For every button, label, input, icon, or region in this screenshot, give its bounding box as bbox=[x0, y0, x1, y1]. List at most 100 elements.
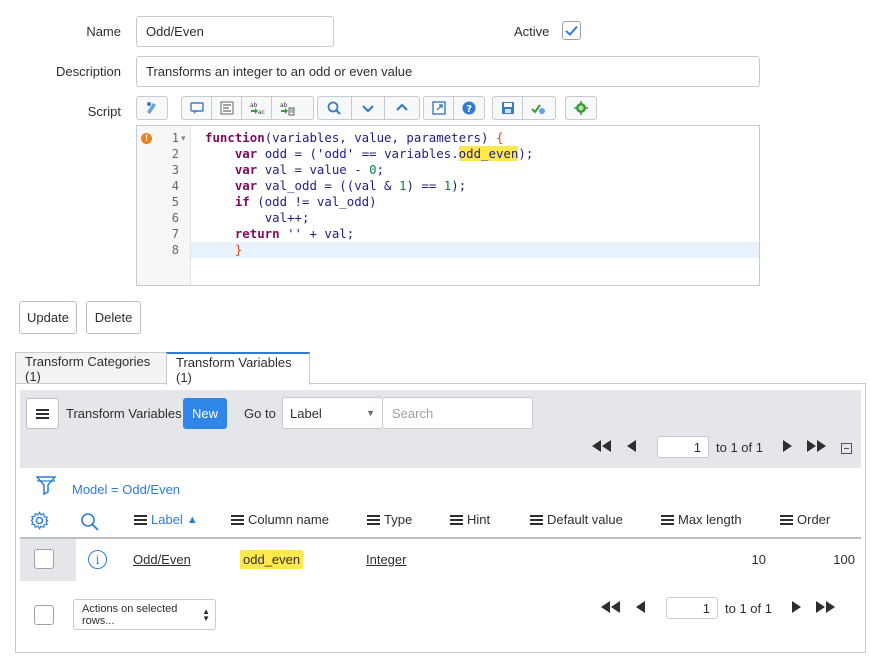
code-line[interactable]: if (odd != val_odd) bbox=[191, 194, 759, 210]
column-label-text[interactable]: Order bbox=[797, 512, 830, 527]
column-label-text[interactable]: Column name bbox=[248, 512, 329, 527]
syntax-check-icon[interactable] bbox=[523, 97, 553, 119]
previous-page-icon[interactable] bbox=[624, 437, 638, 455]
code-line[interactable]: var odd = ('odd' == variables.odd_even); bbox=[191, 146, 759, 162]
column-header-order[interactable]: Order bbox=[780, 512, 830, 527]
new-button[interactable]: New bbox=[183, 398, 227, 429]
breadcrumb[interactable]: Model = Odd/Even bbox=[72, 482, 180, 497]
search-columns-icon[interactable] bbox=[80, 512, 100, 535]
info-icon[interactable]: i bbox=[88, 550, 107, 569]
code-line[interactable]: var val = value - 0; bbox=[191, 162, 759, 178]
column-menu-icon[interactable] bbox=[134, 514, 147, 525]
column-label-text[interactable]: Label bbox=[151, 512, 183, 527]
select-all-checkbox[interactable] bbox=[34, 605, 54, 625]
code-token: odd = ( bbox=[257, 146, 317, 161]
code-line[interactable]: val++; bbox=[191, 210, 759, 226]
column-label-text[interactable]: Default value bbox=[547, 512, 623, 527]
next-page-icon[interactable] bbox=[780, 437, 794, 455]
tab-transform-variables[interactable]: Transform Variables (1) bbox=[166, 352, 310, 385]
format-icon[interactable] bbox=[212, 97, 242, 119]
code-token: function bbox=[205, 130, 265, 145]
code-token: (odd != val_odd) bbox=[249, 194, 377, 209]
collapse-icon[interactable] bbox=[352, 97, 386, 119]
description-field[interactable]: Transforms an integer to an odd or even … bbox=[136, 56, 760, 87]
code-token: 'odd' bbox=[316, 146, 355, 161]
page-number-input[interactable]: 1 bbox=[657, 436, 709, 458]
svg-text:?: ? bbox=[466, 104, 472, 115]
code-line[interactable]: } bbox=[191, 242, 759, 258]
actions-select[interactable]: Actions on selected rows... ▲ ▼ bbox=[73, 599, 216, 630]
line-number: 7 bbox=[171, 227, 179, 241]
expand-icon[interactable] bbox=[385, 97, 419, 119]
script-assist-icon[interactable] bbox=[137, 97, 167, 119]
replace-all-icon[interactable]: ab bbox=[272, 97, 302, 119]
code-area[interactable]: function(variables, value, parameters) {… bbox=[191, 126, 759, 285]
goto-select[interactable]: Label ▼ bbox=[282, 397, 383, 429]
column-header-column-name[interactable]: Column name bbox=[231, 512, 329, 527]
goto-label: Go to bbox=[244, 406, 276, 421]
replace-icon[interactable]: ab ac bbox=[242, 97, 272, 119]
filter-icon[interactable] bbox=[35, 475, 57, 498]
fold-marker-icon[interactable]: ▾ bbox=[181, 130, 186, 146]
code-line[interactable]: function(variables, value, parameters) { bbox=[191, 130, 759, 146]
row-label-link[interactable]: Odd/Even bbox=[133, 552, 191, 567]
code-token: '' bbox=[287, 226, 302, 241]
column-menu-icon[interactable] bbox=[367, 514, 380, 525]
code-token: + val; bbox=[302, 226, 355, 241]
column-menu-icon[interactable] bbox=[661, 514, 674, 525]
comment-icon[interactable] bbox=[182, 97, 212, 119]
search-input[interactable]: Search bbox=[383, 397, 533, 429]
name-field[interactable]: Odd/Even bbox=[136, 16, 334, 47]
first-page-icon[interactable] bbox=[588, 437, 614, 455]
column-label-text[interactable]: Max length bbox=[678, 512, 742, 527]
column-header-max-length[interactable]: Max length bbox=[661, 512, 742, 527]
svg-text:ab: ab bbox=[280, 102, 288, 109]
first-page-icon[interactable] bbox=[597, 598, 623, 616]
column-menu-icon[interactable] bbox=[780, 514, 793, 525]
column-header-type[interactable]: Type bbox=[367, 512, 412, 527]
line-number: 3 bbox=[171, 163, 179, 177]
last-page-icon[interactable] bbox=[804, 437, 830, 455]
column-header-default-value[interactable]: Default value bbox=[530, 512, 623, 527]
row-type-link[interactable]: Integer bbox=[366, 552, 406, 567]
last-page-icon[interactable] bbox=[813, 598, 839, 616]
script-editor[interactable]: ! 1 ▾ 2 3 4 5 6 7 8 function(variables, … bbox=[136, 125, 760, 286]
code-line[interactable]: return '' + val; bbox=[191, 226, 759, 242]
delete-button[interactable]: Delete bbox=[86, 301, 141, 334]
code-token: { bbox=[495, 130, 504, 145]
help-icon[interactable]: ? bbox=[454, 97, 484, 119]
column-menu-icon[interactable] bbox=[231, 514, 244, 525]
debug-icon[interactable] bbox=[566, 97, 596, 119]
script-label: Script bbox=[87, 104, 121, 119]
code-token: if bbox=[234, 194, 250, 209]
hamburger-icon bbox=[36, 408, 49, 419]
gear-icon[interactable] bbox=[30, 511, 49, 533]
editor-gutter: ! 1 ▾ 2 3 4 5 6 7 8 bbox=[137, 126, 191, 285]
toolbar-group-file bbox=[492, 96, 556, 120]
previous-page-icon[interactable] bbox=[633, 598, 647, 616]
save-icon[interactable] bbox=[493, 97, 523, 119]
tab-transform-categories[interactable]: Transform Categories (1) bbox=[15, 352, 167, 384]
list-context-menu-button[interactable] bbox=[26, 398, 59, 429]
column-header-label[interactable]: Label ▲ bbox=[134, 512, 198, 527]
active-checkbox[interactable] bbox=[562, 21, 581, 40]
code-token: 0 bbox=[369, 162, 377, 177]
next-page-icon[interactable] bbox=[789, 598, 803, 616]
code-token: val = value - bbox=[257, 162, 370, 177]
column-menu-icon[interactable] bbox=[530, 514, 543, 525]
footer-page-number-input[interactable]: 1 bbox=[666, 597, 718, 619]
row-select-checkbox[interactable] bbox=[34, 549, 54, 569]
toolbar-group-view: ? bbox=[423, 96, 485, 120]
column-label-text[interactable]: Type bbox=[384, 512, 412, 527]
column-header-hint[interactable]: Hint bbox=[450, 512, 490, 527]
update-button[interactable]: Update bbox=[19, 301, 77, 334]
column-menu-icon[interactable] bbox=[450, 514, 463, 525]
collapse-list-icon[interactable] bbox=[841, 443, 852, 454]
column-label-text[interactable]: Hint bbox=[467, 512, 490, 527]
svg-text:ab: ab bbox=[250, 102, 258, 109]
code-line[interactable]: var val_odd = ((val & 1) == 1); bbox=[191, 178, 759, 194]
code-token: ; bbox=[376, 162, 385, 177]
toolbar-group-debug bbox=[565, 96, 597, 120]
search-icon[interactable] bbox=[318, 97, 352, 119]
fullscreen-icon[interactable] bbox=[424, 97, 454, 119]
